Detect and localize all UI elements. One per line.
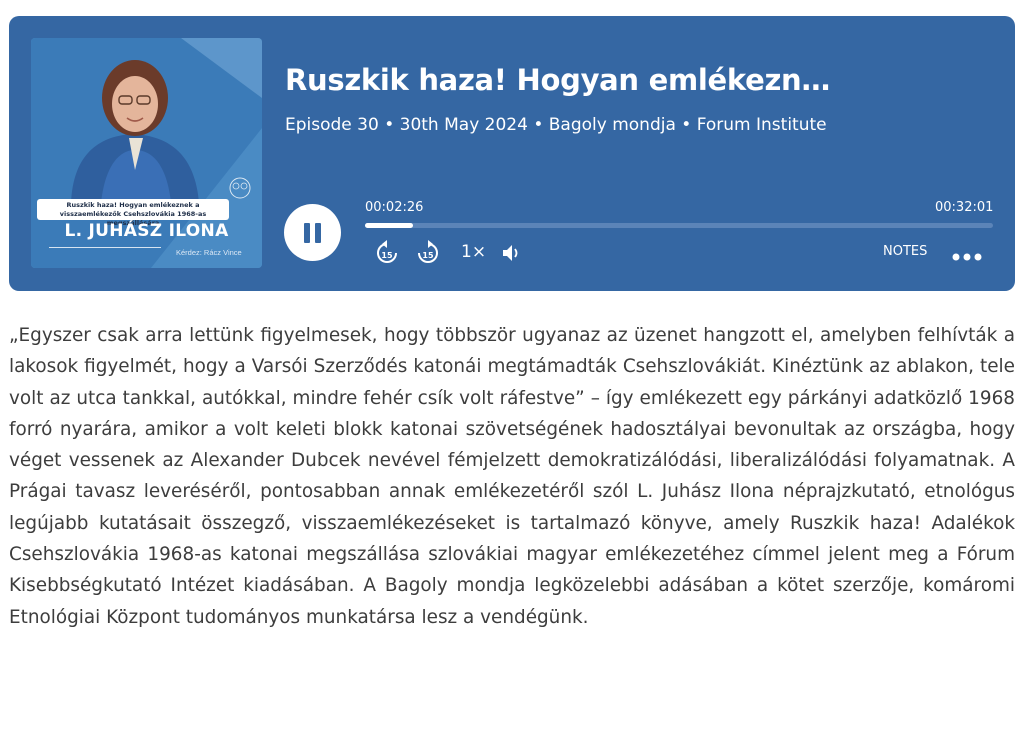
podcast-player: Ruszkik haza! Hogyan emlékeznek a vissza…	[9, 16, 1015, 291]
cover-guest-name: L. JUHÁSZ ILONA	[64, 221, 229, 241]
rewind-15-button[interactable]: 15	[375, 240, 399, 271]
svg-text:15: 15	[381, 251, 393, 260]
forward-15-icon: 15	[418, 240, 438, 263]
volume-icon	[503, 245, 518, 261]
episode-description: „Egyszer csak arra lettünk figyelmesek, …	[9, 325, 1015, 628]
progress-fill	[365, 223, 413, 228]
forward-15-button[interactable]: 15	[416, 240, 440, 271]
svg-text:15: 15	[422, 251, 434, 260]
current-time: 00:02:26	[365, 200, 424, 215]
volume-button[interactable]	[501, 243, 523, 268]
progress-bar[interactable]	[365, 223, 993, 228]
notes-button[interactable]: NOTES	[883, 244, 927, 259]
cover-banner-text: Ruszkik haza! Hogyan emlékeznek a vissza…	[37, 199, 229, 227]
total-duration: 00:32:01	[935, 200, 994, 215]
episode-title: Ruszkik haza! Hogyan emlékezn…	[285, 63, 831, 97]
pause-icon	[304, 223, 310, 243]
more-options-button[interactable]	[952, 249, 984, 267]
cover-divider	[49, 247, 161, 248]
episode-cover-art: Ruszkik haza! Hogyan emlékeznek a vissza…	[31, 38, 262, 268]
rewind-15-icon: 15	[377, 240, 397, 263]
episode-meta: Episode 30 • 30th May 2024 • Bagoly mond…	[285, 115, 827, 135]
cover-credit: Kérdez: Rácz Vince	[176, 248, 242, 257]
playback-speed-button[interactable]: 1×	[461, 242, 486, 262]
more-icon	[952, 253, 982, 261]
pause-button[interactable]	[284, 204, 341, 261]
